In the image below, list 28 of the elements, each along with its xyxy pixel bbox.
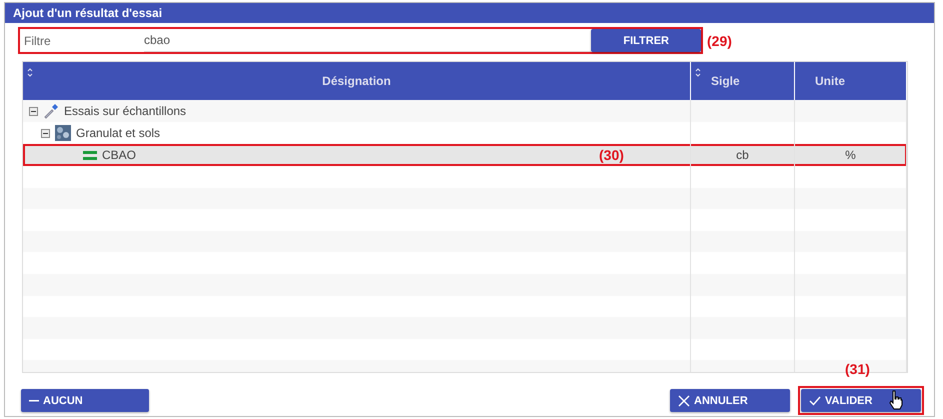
sort-icon[interactable] bbox=[695, 68, 701, 77]
check-icon bbox=[809, 396, 821, 406]
collapse-icon[interactable] bbox=[41, 128, 50, 138]
hand-cursor-icon bbox=[888, 390, 904, 410]
annotation-label: (29) bbox=[707, 32, 732, 48]
none-button[interactable]: AUCUN bbox=[21, 389, 149, 412]
gravel-icon bbox=[55, 125, 71, 141]
filter-button[interactable]: FILTRER bbox=[591, 29, 701, 52]
confirm-button[interactable]: VALIDER bbox=[801, 389, 921, 412]
filter-label: Filtre bbox=[24, 34, 52, 48]
dialog-title: Ajout d'un résultat d'essai bbox=[5, 3, 934, 23]
close-icon bbox=[678, 394, 690, 406]
annotation-label: (31) bbox=[845, 361, 870, 377]
minus-icon bbox=[29, 400, 39, 402]
tree-row[interactable]: Essais sur échantillons bbox=[23, 100, 907, 122]
cancel-button[interactable]: ANNULER bbox=[670, 389, 790, 412]
tree-row[interactable]: CBAO (30) cb % bbox=[23, 144, 907, 166]
sort-icon[interactable] bbox=[27, 68, 33, 77]
tree-item-label: CBAO bbox=[102, 148, 136, 162]
tree-item-label: Granulat et sols bbox=[76, 126, 160, 140]
annotation-label: (30) bbox=[599, 147, 624, 163]
filter-field[interactable]: Filtre cbao FILTRER bbox=[18, 27, 703, 54]
tree-item-label: Essais sur échantillons bbox=[64, 104, 186, 118]
equals-icon bbox=[83, 150, 97, 160]
collapse-icon[interactable] bbox=[29, 106, 38, 116]
table-cell: % bbox=[845, 148, 856, 162]
pipette-icon bbox=[43, 103, 59, 119]
table-cell: cb bbox=[736, 148, 749, 162]
